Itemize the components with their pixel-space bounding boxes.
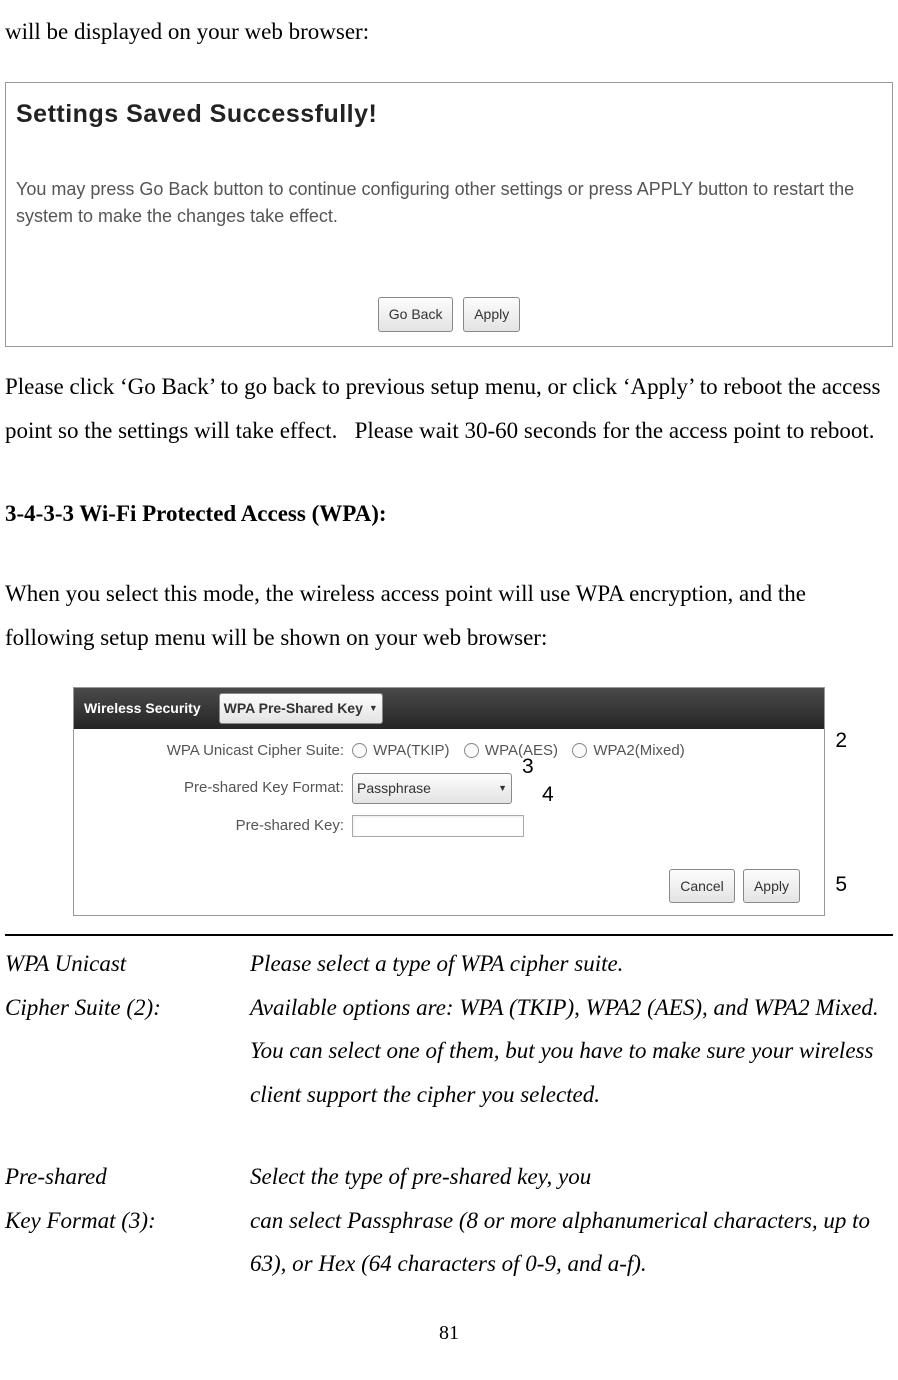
wireless-security-select[interactable]: WPA Pre-Shared Key ▼ xyxy=(219,693,383,724)
button-row: Go Back Apply xyxy=(16,290,882,334)
cipher-suite-row: WPA Unicast Cipher Suite: WPA(TKIP) WPA(… xyxy=(74,737,824,766)
wpa-header: Wireless Security WPA Pre-Shared Key ▼ xyxy=(74,688,824,729)
preshared-key-label: Pre-shared Key: xyxy=(74,812,352,841)
term-cipher-line2: Cipher Suite (2): xyxy=(5,986,250,1117)
def-format-line2: can select Passphrase (8 or more alphanu… xyxy=(250,1199,893,1286)
saved-description: You may press Go Back button to continue… xyxy=(16,176,882,230)
cipher-suite-label: WPA Unicast Cipher Suite: xyxy=(74,737,352,766)
apply-button[interactable]: Apply xyxy=(463,297,520,332)
callout-4: 4 xyxy=(542,775,554,815)
apply-button-wpa[interactable]: Apply xyxy=(743,869,800,904)
def-cipher-line1: Please select a type of WPA cipher suite… xyxy=(250,942,893,986)
callout-5: 5 xyxy=(835,865,847,905)
key-format-select[interactable]: Passphrase ▼ xyxy=(352,773,512,804)
divider xyxy=(5,934,893,936)
paragraph-wpa-intro: When you select this mode, the wireless … xyxy=(5,572,893,659)
preshared-key-input[interactable] xyxy=(352,815,524,837)
section-heading: 3-4-3-3 Wi-Fi Protected Access (WPA): xyxy=(5,492,893,536)
wpa-settings-panel: Wireless Security WPA Pre-Shared Key ▼ W… xyxy=(73,687,825,916)
def-format-line1: Select the type of pre-shared key, you xyxy=(250,1155,893,1199)
wireless-security-label: Wireless Security xyxy=(84,695,201,722)
radio-wpa2-mixed[interactable] xyxy=(572,743,587,758)
radio-wpa-aes[interactable] xyxy=(464,743,479,758)
callout-2: 2 xyxy=(835,721,847,761)
radio-label-mixed: WPA2(Mixed) xyxy=(593,742,684,759)
key-format-select-value: Passphrase xyxy=(357,775,492,802)
settings-saved-panel: Settings Saved Successfully! You may pre… xyxy=(5,82,893,347)
preshared-key-row: Pre-shared Key: xyxy=(74,812,824,841)
radio-wpa-tkip[interactable] xyxy=(352,743,367,758)
term-cipher-line1: WPA Unicast xyxy=(5,942,250,986)
paragraph-goback-apply: Please click ‘Go Back’ to go back to pre… xyxy=(5,365,893,452)
intro-text: will be displayed on your web browser: xyxy=(5,10,893,54)
key-format-label: Pre-shared Key Format: xyxy=(74,774,352,803)
cancel-button[interactable]: Cancel xyxy=(669,869,735,904)
chevron-down-icon: ▼ xyxy=(369,700,378,717)
radio-label-tkip: WPA(TKIP) xyxy=(373,742,449,759)
callout-3: 3 xyxy=(522,747,534,787)
wireless-security-select-value: WPA Pre-Shared Key xyxy=(224,695,363,722)
go-back-button[interactable]: Go Back xyxy=(378,297,454,332)
description-table: WPA Unicast Please select a type of WPA … xyxy=(5,942,893,1286)
key-format-row: Pre-shared Key Format: Passphrase ▼ xyxy=(74,773,824,804)
term-format-line2: Key Format (3): xyxy=(5,1199,250,1286)
page-number: 81 xyxy=(5,1314,893,1352)
saved-title: Settings Saved Successfully! xyxy=(16,91,882,139)
term-format-line1: Pre-shared xyxy=(5,1155,250,1199)
def-cipher-line2: Available options are: WPA (TKIP), WPA2 … xyxy=(250,986,893,1117)
wpa-button-row: Cancel Apply xyxy=(74,869,824,904)
chevron-down-icon: ▼ xyxy=(498,780,507,797)
